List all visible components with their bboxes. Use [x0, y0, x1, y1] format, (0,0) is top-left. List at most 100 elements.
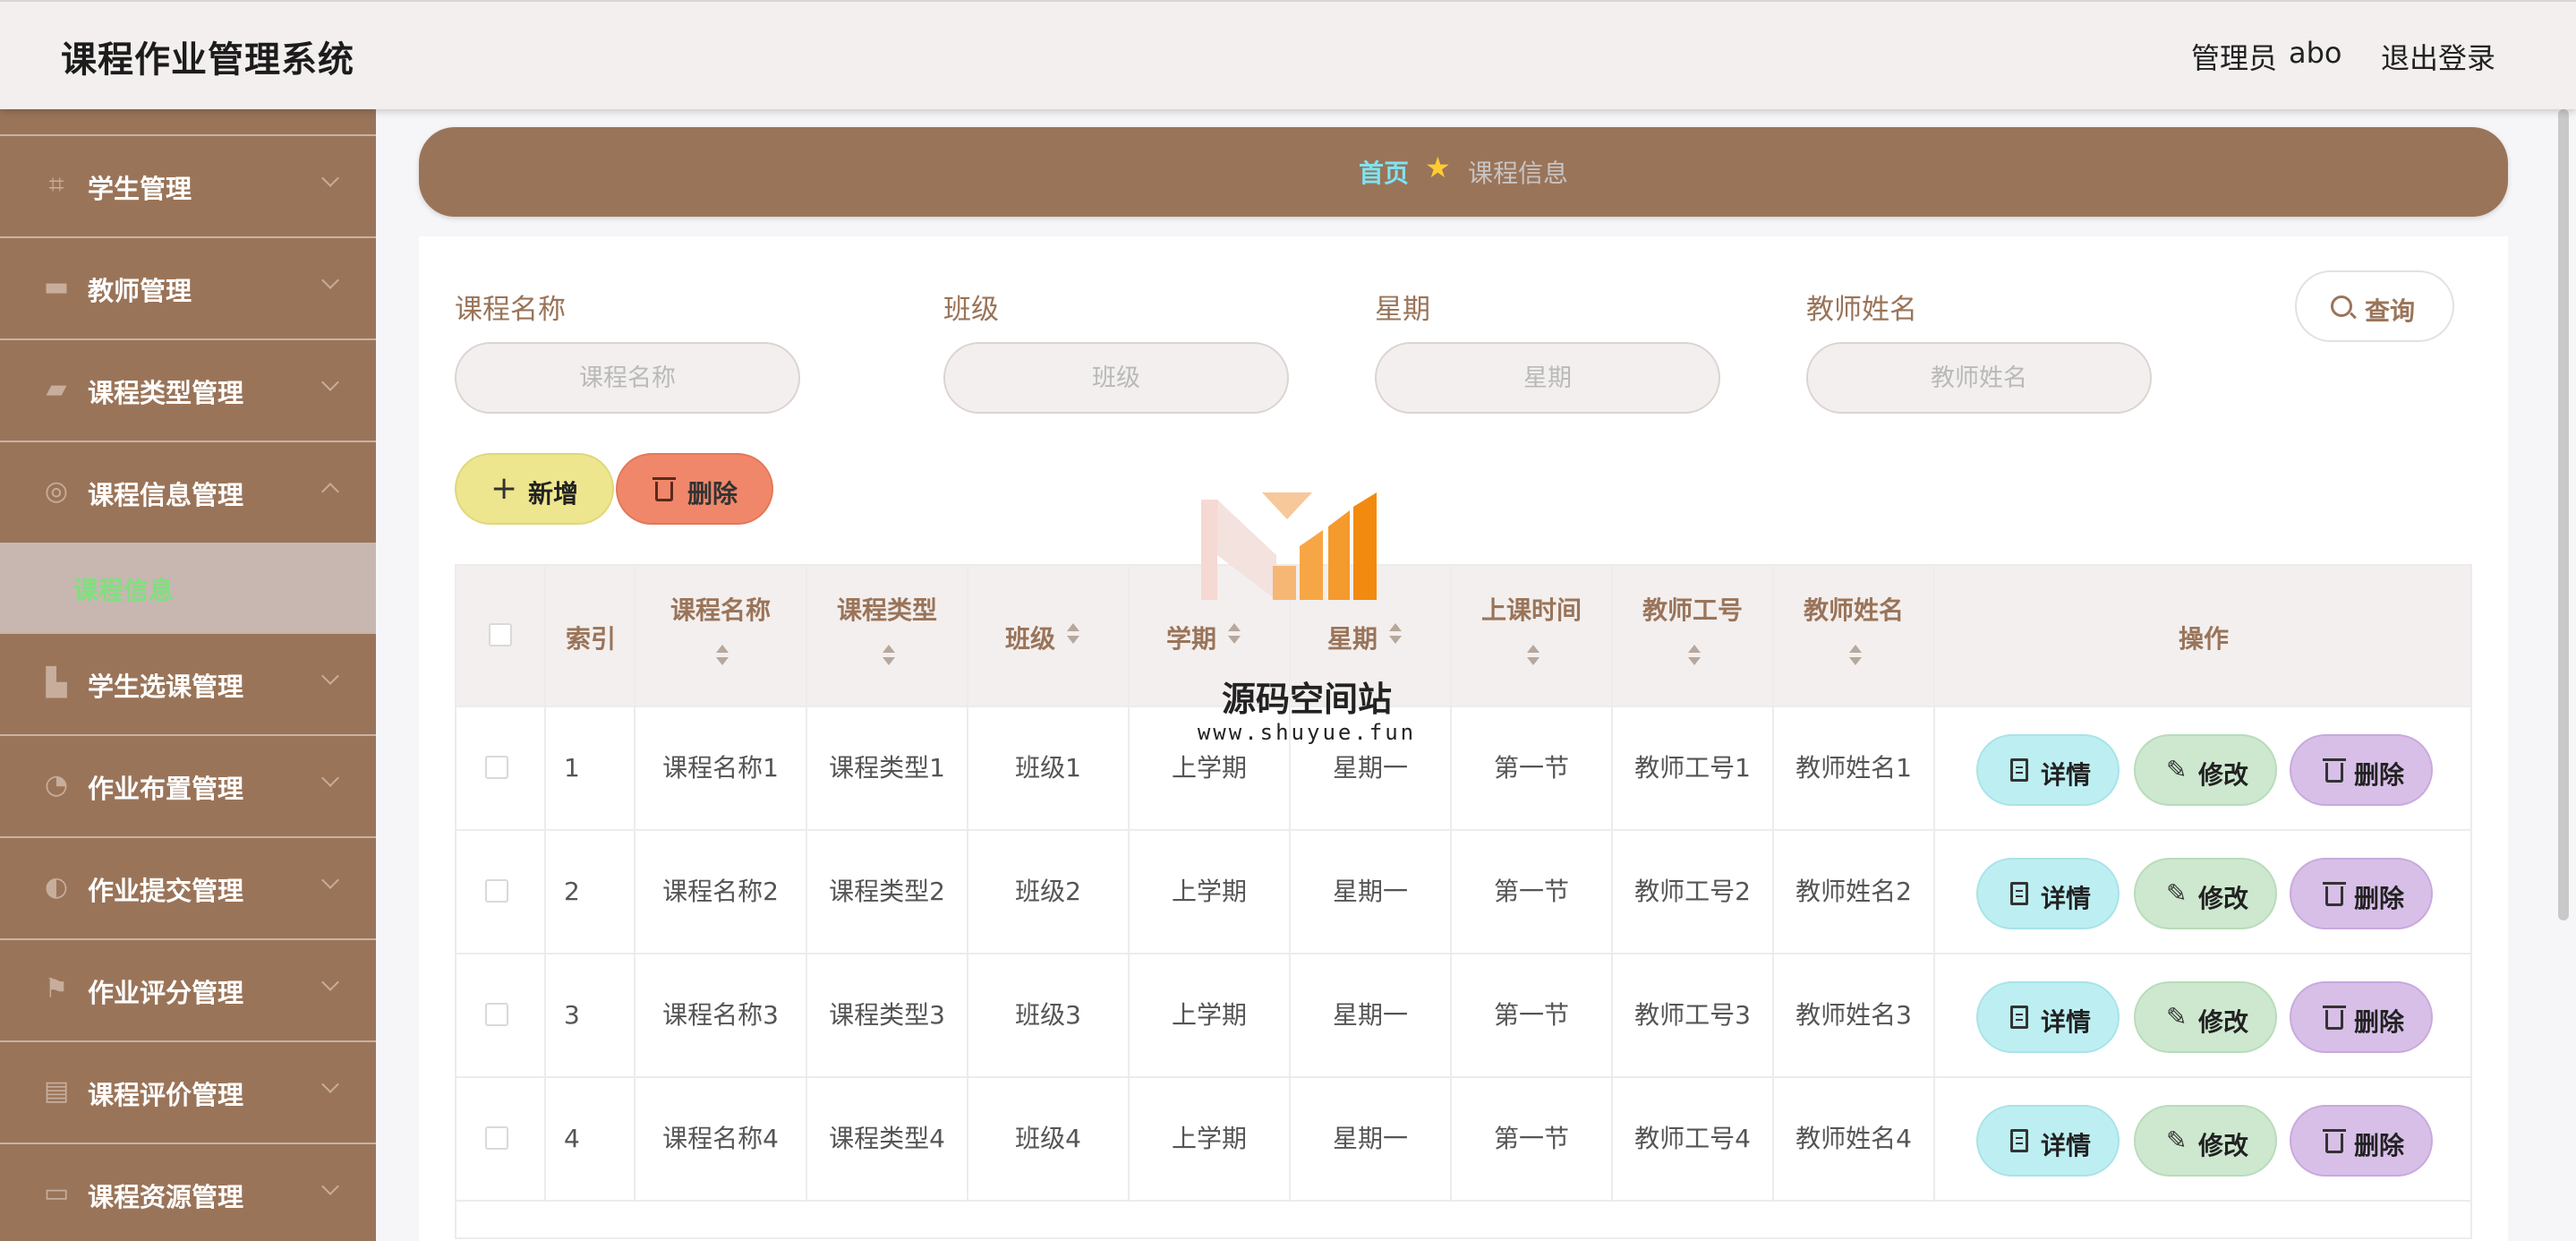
document-icon — [2010, 882, 2028, 905]
sidebar-item-label: 学生选课管理 — [88, 672, 244, 702]
select-all-checkbox[interactable] — [489, 623, 512, 646]
target-icon: ◎ — [44, 475, 69, 507]
sidebar-item-grading-management[interactable]: ⚑ 作业评分管理 — [0, 938, 376, 1039]
row-checkbox[interactable] — [485, 756, 508, 779]
row-checkbox[interactable] — [485, 879, 508, 903]
chevron-down-icon — [321, 667, 339, 685]
sidebar-item-course-type-management[interactable]: ▰ 课程类型管理 — [0, 338, 376, 439]
sort-icon[interactable] — [1849, 645, 1862, 668]
delete-button[interactable]: 删除 — [2290, 734, 2433, 806]
watermark-url: www.shuyue.fun — [1197, 720, 1417, 745]
delete-button[interactable]: 删除 — [2290, 858, 2433, 929]
course-name-input[interactable] — [455, 342, 800, 414]
admin-role-label: 管理员 — [2191, 41, 2278, 75]
cell-course-name: 课程名称4 — [635, 1078, 807, 1200]
sort-icon[interactable] — [883, 645, 895, 668]
edit-button[interactable]: ✎ 修改 — [2134, 981, 2277, 1053]
column-header-course-name[interactable]: 课程名称 — [635, 566, 807, 706]
edit-button[interactable]: ✎ 修改 — [2134, 734, 2277, 806]
chart-icon: ▙ — [46, 667, 67, 698]
cell-teacher-name: 教师姓名3 — [1774, 954, 1935, 1076]
chat-icon: ▰ — [46, 373, 67, 405]
sort-icon[interactable] — [1688, 645, 1701, 668]
cell-index: 3 — [546, 954, 635, 1076]
detail-button[interactable]: 详情 — [1976, 1105, 2120, 1177]
cell-course-type: 课程类型1 — [807, 707, 968, 829]
column-header-teacher-name[interactable]: 教师姓名 — [1774, 566, 1935, 706]
clipboard-icon: ▤ — [43, 1075, 70, 1107]
teacher-name-input[interactable] — [1806, 342, 2152, 414]
cell-index: 2 — [546, 831, 635, 953]
sidebar-item-resource-management[interactable]: ▭ 课程资源管理 — [0, 1143, 376, 1241]
class-input[interactable] — [943, 342, 1289, 414]
query-button[interactable]: 查询 — [2295, 270, 2454, 342]
sort-icon[interactable] — [716, 645, 729, 668]
column-header-teacher-id[interactable]: 教师工号 — [1613, 566, 1774, 706]
edit-button[interactable]: ✎ 修改 — [2134, 858, 2277, 929]
logout-link[interactable]: 退出登录 — [2381, 36, 2495, 77]
add-button[interactable]: + 新增 — [455, 453, 614, 525]
cell-actions: 详情 ✎ 修改 删除 — [1935, 1078, 2472, 1200]
star-icon: ★ — [1425, 150, 1451, 184]
sort-icon[interactable] — [1067, 623, 1079, 646]
edit-button[interactable]: ✎ 修改 — [2134, 1105, 2277, 1177]
delete-button[interactable]: 删除 — [2290, 981, 2433, 1053]
cell-class: 班级3 — [968, 954, 1130, 1076]
edit-icon: ✎ — [2166, 1125, 2188, 1155]
cell-class-time: 第一节 — [1452, 707, 1613, 829]
breadcrumb-current: 课程信息 — [1468, 158, 1569, 188]
detail-button[interactable]: 详情 — [1976, 858, 2120, 929]
cell-semester: 上学期 — [1130, 954, 1291, 1076]
sidebar-item-assignment-management[interactable]: ◔ 作业布置管理 — [0, 734, 376, 834]
sidebar-item-teacher-management[interactable]: ▬ 教师管理 — [0, 236, 376, 337]
column-header-index[interactable]: 索引 — [546, 566, 635, 706]
detail-button[interactable]: 详情 — [1976, 734, 2120, 806]
trash-icon — [2323, 1129, 2346, 1153]
cell-teacher-name: 教师姓名4 — [1774, 1078, 1935, 1200]
row-select-cell — [456, 954, 546, 1076]
chevron-down-icon — [321, 1075, 339, 1093]
batch-delete-button[interactable]: 删除 — [616, 453, 773, 525]
trash-icon — [653, 477, 676, 501]
monitor-icon: ▭ — [43, 1177, 70, 1209]
sidebar-item-course-selection-management[interactable]: ▙ 学生选课管理 — [0, 632, 376, 732]
weekday-input[interactable] — [1375, 342, 1720, 414]
column-header-class[interactable]: 班级 — [968, 566, 1130, 706]
top-header: 课程作业管理系统 管理员 abo 退出登录 — [0, 0, 2576, 109]
sidebar-item-student-management[interactable]: ⌗ 学生管理 — [0, 134, 376, 235]
sidebar-item-label: 作业提交管理 — [88, 876, 244, 906]
document-icon — [2010, 758, 2028, 782]
row-select-cell — [456, 1078, 546, 1200]
row-checkbox[interactable] — [485, 1126, 508, 1150]
chevron-up-icon — [321, 483, 339, 501]
row-checkbox[interactable] — [485, 1003, 508, 1026]
sidebar-item-evaluation-management[interactable]: ▤ 课程评价管理 — [0, 1040, 376, 1141]
trash-icon — [2323, 758, 2346, 783]
sidebar-item-label: 课程评价管理 — [88, 1080, 244, 1110]
sidebar-item-label: 课程信息管理 — [88, 480, 244, 510]
compass-icon: ◐ — [44, 871, 69, 903]
cell-class-time: 第一节 — [1452, 831, 1613, 953]
sort-icon[interactable] — [1527, 645, 1540, 668]
crop-icon: ⌗ — [48, 169, 64, 201]
table-row: 1 课程名称1 课程类型1 班级1 上学期 星期一 第一节 教师工号1 教师姓名… — [456, 707, 2470, 831]
sidebar-subitem-course-info[interactable]: 课程信息 — [0, 543, 376, 632]
cell-class-time: 第一节 — [1452, 1078, 1613, 1200]
briefcase-icon: ▬ — [43, 271, 70, 303]
edit-icon: ✎ — [2166, 878, 2188, 908]
sidebar-item-course-info-management[interactable]: ◎ 课程信息管理 — [0, 441, 376, 541]
delete-button[interactable]: 删除 — [2290, 1105, 2433, 1177]
column-header-actions: 操作 — [2178, 624, 2229, 654]
cell-actions: 详情 ✎ 修改 删除 — [1935, 831, 2472, 953]
table-row: 4 课程名称4 课程类型4 班级4 上学期 星期一 第一节 教师工号4 教师姓名… — [456, 1078, 2470, 1202]
page-scrollbar[interactable] — [2558, 109, 2569, 920]
course-name-label: 课程名称 — [455, 294, 566, 326]
breadcrumb-home-link[interactable]: 首页 — [1359, 154, 1409, 190]
detail-button[interactable]: 详情 — [1976, 981, 2120, 1053]
column-header-class-time[interactable]: 上课时间 — [1452, 566, 1613, 706]
column-header-course-type[interactable]: 课程类型 — [807, 566, 968, 706]
document-icon — [2010, 1006, 2028, 1029]
sidebar-item-label: 课程类型管理 — [88, 378, 244, 408]
sidebar-item-label: 课程资源管理 — [88, 1182, 244, 1212]
sidebar-item-submission-management[interactable]: ◐ 作业提交管理 — [0, 836, 376, 937]
